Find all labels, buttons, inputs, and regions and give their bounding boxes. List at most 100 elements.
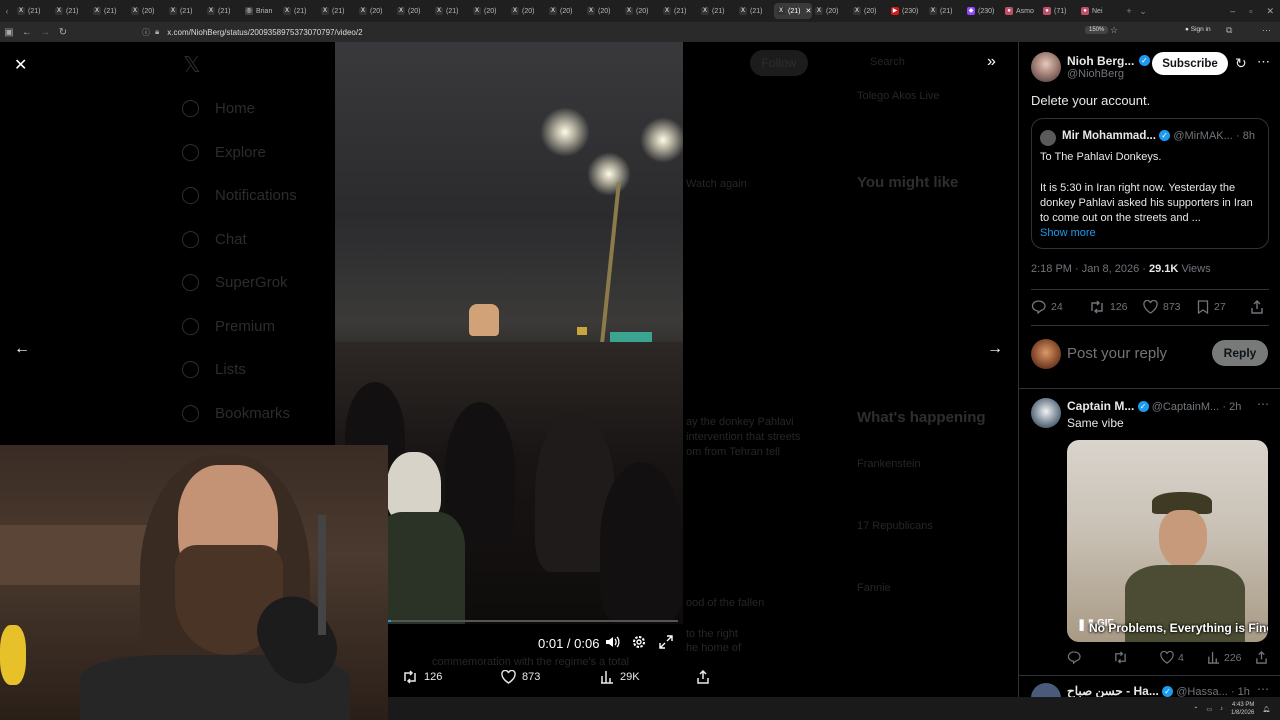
menu-icon[interactable]: ⋯ bbox=[1262, 25, 1271, 36]
new-tab-icon[interactable]: + bbox=[1122, 6, 1136, 16]
browser-tab[interactable]: X (20) bbox=[622, 3, 660, 19]
previous-arrow-icon[interactable]: ← bbox=[14, 340, 30, 358]
clock[interactable]: 4:43 PM 1/8/2026 bbox=[1231, 701, 1254, 717]
bookmark-stat-button[interactable]: 27 bbox=[1197, 300, 1226, 314]
browser-tab[interactable]: X (21) bbox=[204, 3, 242, 19]
browser-tab[interactable]: ● Nei bbox=[1078, 3, 1116, 19]
extensions-icon[interactable]: ⧉ bbox=[1226, 25, 1232, 36]
close-icon[interactable]: ✕ bbox=[14, 55, 27, 75]
collapse-panel-icon[interactable]: » bbox=[987, 53, 996, 71]
subscribe-button[interactable]: Subscribe bbox=[1152, 52, 1228, 75]
browser-tab[interactable]: X (21) bbox=[90, 3, 128, 19]
back-icon[interactable]: ← bbox=[18, 27, 36, 38]
tab-scroll-left-icon[interactable]: ‹ bbox=[0, 6, 14, 16]
retweet-stat-button[interactable]: 126 bbox=[1089, 300, 1128, 314]
browser-tab[interactable]: ◆ (230) bbox=[964, 3, 1002, 19]
reload-icon[interactable]: ↻ bbox=[54, 27, 72, 38]
browser-tab[interactable]: X (21) ✕ bbox=[774, 3, 812, 19]
gif-media[interactable]: ❚❚ GIF No Problems, Everything is Fine bbox=[1067, 440, 1268, 642]
browser-tab[interactable]: X (20) bbox=[470, 3, 508, 19]
browser-tab[interactable]: ◎ Brian bbox=[242, 3, 280, 19]
tweet-timestamp[interactable]: 2:18 PM · Jan 8, 2026 · bbox=[1031, 263, 1146, 275]
author-handle[interactable]: @NiohBerg bbox=[1067, 68, 1124, 80]
signin-button[interactable]: ● Sign in bbox=[1185, 26, 1211, 33]
fullscreen-icon[interactable] bbox=[658, 634, 676, 652]
browser-tab[interactable]: X (21) bbox=[736, 3, 774, 19]
share-stat-button[interactable] bbox=[1250, 300, 1264, 314]
browser-tab[interactable]: X (20) bbox=[584, 3, 622, 19]
like-stat-button[interactable]: 873 bbox=[1143, 300, 1181, 314]
more-options-icon[interactable]: ⋯ bbox=[1257, 54, 1270, 70]
tab-close-icon[interactable]: ✕ bbox=[805, 7, 811, 15]
next-reply-time[interactable]: · 1h bbox=[1231, 686, 1250, 697]
minimize-icon[interactable]: – bbox=[1230, 6, 1235, 16]
browser-tab[interactable]: X (21) bbox=[926, 3, 964, 19]
reply-text: Same vibe bbox=[1067, 416, 1124, 430]
show-more-link[interactable]: Show more bbox=[1040, 227, 1096, 239]
reply-button[interactable]: Reply bbox=[1212, 340, 1268, 366]
quoted-tweet[interactable]: Mir Mohammad... ✓ @MirMAK... · 8h To The… bbox=[1031, 118, 1269, 249]
url-input[interactable]: x.com/NiohBerg/status/200935897537307079… bbox=[167, 28, 362, 37]
next-reply-author-handle[interactable]: @Hassa... bbox=[1176, 686, 1228, 697]
browser-tab[interactable]: X (21) bbox=[52, 3, 90, 19]
next-arrow-icon[interactable]: → bbox=[987, 340, 1003, 358]
background-nav-item: Bookmarks bbox=[215, 404, 291, 422]
browser-tab[interactable]: X (20) bbox=[356, 3, 394, 19]
reply-time[interactable]: · 2h bbox=[1222, 401, 1241, 413]
browser-tab[interactable]: X (20) bbox=[850, 3, 888, 19]
reply-author-avatar[interactable] bbox=[1031, 398, 1061, 428]
maximize-icon[interactable]: ▫ bbox=[1249, 6, 1252, 16]
zoom-badge[interactable]: 150% bbox=[1085, 26, 1109, 34]
browser-tab[interactable]: X (21) bbox=[14, 3, 52, 19]
next-reply-avatar[interactable] bbox=[1031, 683, 1061, 697]
reply-retweet-button[interactable] bbox=[1113, 651, 1128, 664]
browser-tab[interactable]: ● Asmo bbox=[1002, 3, 1040, 19]
network-icon[interactable]: ▭ bbox=[1206, 706, 1212, 713]
tab-list-chevron-icon[interactable]: ⌄ bbox=[1136, 6, 1150, 17]
video-share-button[interactable] bbox=[696, 670, 710, 684]
window-close-icon[interactable]: ✕ bbox=[1266, 6, 1274, 17]
browser-tab[interactable]: X (21) bbox=[660, 3, 698, 19]
reply-share-button[interactable] bbox=[1255, 651, 1268, 664]
reply-input[interactable] bbox=[1067, 343, 1207, 363]
forward-icon[interactable]: → bbox=[36, 27, 54, 38]
author-avatar[interactable] bbox=[1031, 52, 1061, 82]
more-options-icon[interactable]: ⋯ bbox=[1257, 682, 1269, 696]
tray-chevron-icon[interactable]: ⌃ bbox=[1193, 706, 1198, 713]
video-views-button[interactable]: 29K bbox=[600, 670, 640, 684]
notifications-tray-icon[interactable]: 🔔︎ bbox=[1262, 706, 1270, 713]
more-options-icon[interactable]: ⋯ bbox=[1257, 397, 1269, 411]
x-icon: X bbox=[929, 7, 937, 15]
background-nav-item: Premium bbox=[215, 317, 276, 335]
settings-gear-icon[interactable] bbox=[631, 634, 649, 652]
video-like-button[interactable]: 873 bbox=[501, 670, 540, 684]
browser-tab[interactable]: X (20) bbox=[128, 3, 166, 19]
browser-tab[interactable]: X (21) bbox=[432, 3, 470, 19]
reply-reply-button[interactable] bbox=[1067, 651, 1081, 664]
grok-icon[interactable]: ↻ bbox=[1235, 55, 1247, 72]
browser-tab[interactable]: X (20) bbox=[812, 3, 850, 19]
bookmark-star-icon[interactable]: ☆ bbox=[1110, 25, 1118, 36]
site-info-icon[interactable]: ⓘ bbox=[142, 27, 150, 38]
video-progress-bar[interactable] bbox=[388, 620, 678, 622]
browser-tab[interactable]: X (20) bbox=[394, 3, 432, 19]
reply-like-button[interactable]: 4 bbox=[1160, 651, 1184, 664]
reply-author-handle[interactable]: @CaptainM... bbox=[1152, 401, 1219, 413]
browser-tab[interactable]: X (21) bbox=[698, 3, 736, 19]
browser-tab[interactable]: ● (71) bbox=[1040, 3, 1078, 19]
browser-tab[interactable]: X (21) bbox=[280, 3, 318, 19]
browser-tab[interactable]: X (21) bbox=[318, 3, 356, 19]
browser-tab[interactable]: X (20) bbox=[546, 3, 584, 19]
reply-views-button[interactable]: 226 bbox=[1207, 651, 1242, 664]
next-reply-author-name[interactable]: حسن صباح - Ha... bbox=[1067, 684, 1159, 697]
video-retweet-button[interactable]: 126 bbox=[402, 670, 442, 684]
sidebar-toggle-icon[interactable]: ▣ bbox=[0, 27, 18, 38]
reply-author-name[interactable]: Captain M... bbox=[1067, 399, 1134, 413]
volume-icon[interactable] bbox=[604, 634, 622, 652]
reply-stat-button[interactable]: 24 bbox=[1031, 300, 1063, 314]
volume-tray-icon[interactable]: ♪ bbox=[1220, 706, 1223, 712]
notifications-icon: ◯ bbox=[181, 185, 201, 204]
browser-tab[interactable]: X (20) bbox=[508, 3, 546, 19]
browser-tab[interactable]: ▶ (230) bbox=[888, 3, 926, 19]
browser-tab[interactable]: X (21) bbox=[166, 3, 204, 19]
